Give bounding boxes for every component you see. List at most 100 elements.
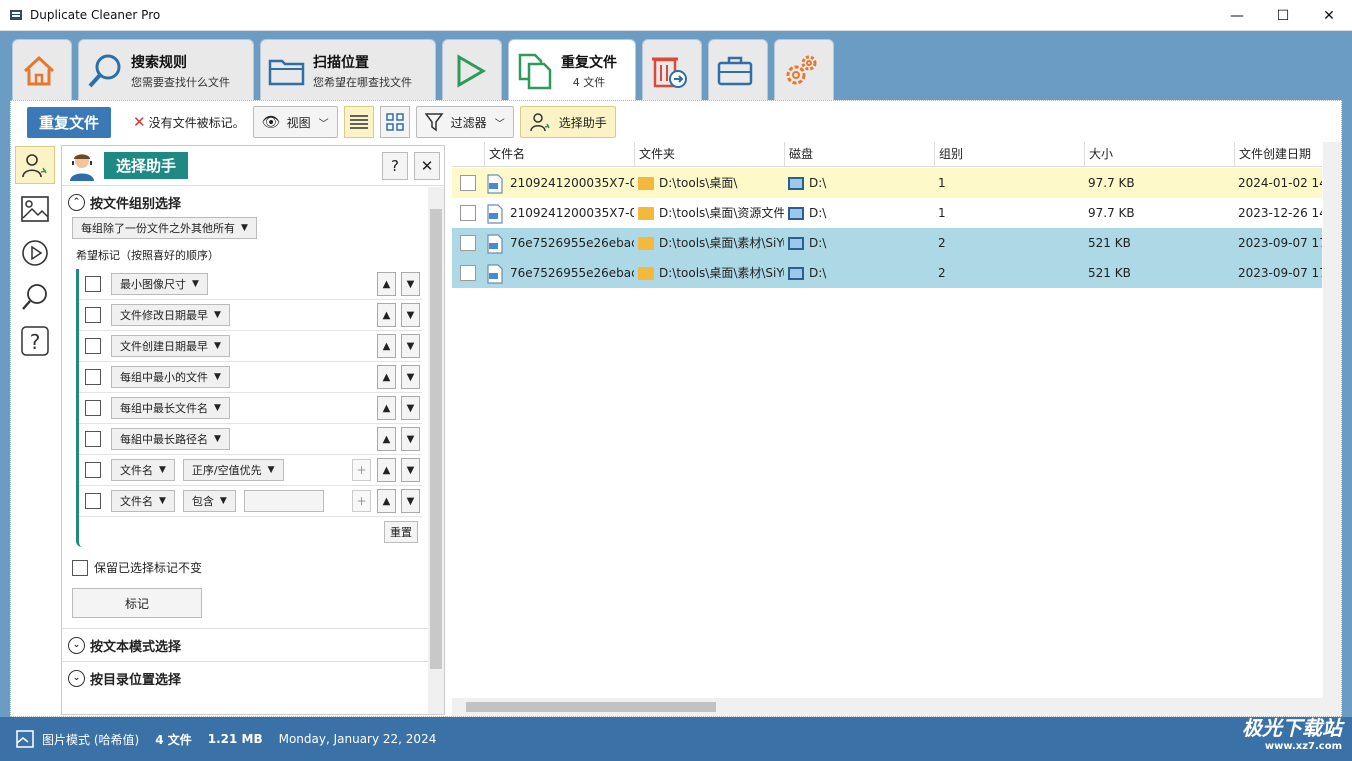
- close-panel-button[interactable]: ✕: [414, 152, 440, 180]
- dropdown-arrow-icon: ▼: [214, 403, 221, 413]
- column-header-created[interactable]: 文件创建日期: [1234, 142, 1322, 167]
- minimize-button[interactable]: —: [1214, 0, 1260, 31]
- side-help-button[interactable]: ?: [15, 322, 55, 360]
- keep-marks-option[interactable]: 保留已选择标记不变: [72, 559, 428, 576]
- move-down-button[interactable]: ▼: [401, 489, 420, 513]
- rule-dropdown[interactable]: 最小图像尺寸 ▼: [111, 273, 208, 295]
- rule-checkbox[interactable]: [85, 493, 101, 509]
- rule-checkbox[interactable]: [85, 338, 101, 354]
- rule-order-dropdown[interactable]: 正序/空值优先 ▼: [182, 459, 284, 481]
- move-down-button[interactable]: ▼: [401, 365, 420, 389]
- move-down-button[interactable]: ▼: [401, 303, 420, 327]
- rule-checkbox[interactable]: [85, 462, 101, 478]
- move-down-button[interactable]: ▼: [401, 458, 420, 482]
- row-checkbox[interactable]: [460, 265, 476, 281]
- selection-assistant-button[interactable]: 选择助手: [519, 106, 616, 138]
- table-row[interactable]: 2109241200035X7-0-l| D:\tools\桌面\资源文件' D:\…: [452, 198, 1322, 228]
- rule-dropdown[interactable]: 每组中最长文件名 ▼: [111, 397, 230, 419]
- table-row[interactable]: 2109241200035X7-0-l| D:\tools\桌面\ D:\ 1 97.7…: [452, 168, 1322, 198]
- cell-size: 97.7 KB: [1088, 176, 1135, 190]
- cell-group: 2: [938, 236, 946, 250]
- text-pattern-section-header[interactable]: ⌄ 按文本模式选择: [62, 628, 428, 661]
- reset-button[interactable]: 重置: [384, 521, 418, 543]
- tab-scan-location[interactable]: 扫描位置 您希望在哪查找文件: [260, 39, 436, 101]
- image-file-icon: [487, 173, 503, 194]
- move-up-button[interactable]: ▲: [377, 303, 396, 327]
- tab-settings[interactable]: [774, 39, 834, 101]
- rule-checkbox[interactable]: [85, 369, 101, 385]
- table-row[interactable]: 76e7526955e26ebace7 D:\tools\桌面\素材\SiYu D:…: [452, 258, 1322, 288]
- row-checkbox[interactable]: [460, 175, 476, 191]
- side-play-button[interactable]: [15, 234, 55, 272]
- tab-start-scan[interactable]: [442, 39, 502, 101]
- rule-checkbox[interactable]: [85, 276, 101, 292]
- add-rule-button[interactable]: +: [352, 490, 371, 512]
- rule-text-input[interactable]: [243, 490, 324, 512]
- side-search-button[interactable]: [15, 278, 55, 316]
- help-button[interactable]: ?: [382, 152, 408, 180]
- dir-section-header[interactable]: ⌄ 按目录位置选择: [62, 661, 428, 694]
- rule-op-dropdown[interactable]: 包含 ▼: [182, 490, 236, 512]
- column-header-folder[interactable]: 文件夹: [634, 142, 784, 167]
- status-mode: 图片模式 (哈希值): [42, 732, 140, 747]
- tab-duplicate-files[interactable]: 重复文件 4 文件: [508, 39, 636, 102]
- table-row[interactable]: 76e7526955e26ebace7 D:\tools\桌面\素材\SiYu D:…: [452, 228, 1322, 258]
- side-image-button[interactable]: [15, 190, 55, 228]
- rule-dropdown[interactable]: 文件修改日期最早 ▼: [111, 304, 230, 326]
- mark-button[interactable]: 标记: [72, 588, 202, 618]
- group-option-dropdown[interactable]: 每组除了一份文件之外其他所有 ▼: [72, 217, 257, 239]
- move-up-button[interactable]: ▲: [377, 334, 396, 358]
- cell-name: 2109241200035X7-0-l|: [486, 198, 634, 228]
- rule-checkbox[interactable]: [85, 307, 101, 323]
- rule-field-dropdown[interactable]: 文件名 ▼: [111, 459, 175, 481]
- move-down-button[interactable]: ▼: [401, 272, 420, 296]
- tab-delete[interactable]: [642, 39, 702, 101]
- horizontal-scrollbar[interactable]: [452, 698, 1323, 716]
- move-down-button[interactable]: ▼: [401, 427, 420, 451]
- rule-dropdown[interactable]: 每组中最小的文件 ▼: [111, 366, 230, 388]
- maximize-button[interactable]: ☐: [1260, 0, 1306, 31]
- keep-marks-checkbox[interactable]: [72, 559, 88, 576]
- move-down-button[interactable]: ▼: [401, 396, 420, 420]
- rule-field-dropdown[interactable]: 文件名 ▼: [111, 490, 175, 512]
- tab-home[interactable]: [12, 39, 72, 101]
- watermark-text: 极光下载站: [1242, 716, 1342, 740]
- view-dropdown[interactable]: 👁 视图 ﹀: [252, 106, 338, 138]
- row-checkbox[interactable]: [460, 205, 476, 221]
- assistant-scrollbar[interactable]: [428, 187, 444, 714]
- move-up-button[interactable]: ▲: [377, 396, 396, 420]
- rule-checkbox[interactable]: [85, 400, 101, 416]
- column-header-name[interactable]: 文件名: [484, 142, 634, 167]
- dropdown-arrow-icon: ▼: [214, 341, 221, 351]
- side-assistant-button[interactable]: [15, 146, 55, 184]
- close-button[interactable]: ✕: [1306, 0, 1352, 31]
- column-header-group[interactable]: 组别: [934, 142, 1084, 167]
- add-rule-button[interactable]: +: [352, 459, 371, 481]
- row-checkbox[interactable]: [460, 235, 476, 251]
- scrollbar-thumb[interactable]: [430, 209, 442, 669]
- scrollbar-thumb[interactable]: [466, 702, 716, 712]
- rule-dropdown[interactable]: 文件创建日期最早 ▼: [111, 335, 230, 357]
- rule-checkbox[interactable]: [85, 431, 101, 447]
- column-header-disk[interactable]: 磁盘: [784, 142, 934, 167]
- group-section-header[interactable]: ⌃ 按文件组别选择: [62, 187, 428, 217]
- move-up-button[interactable]: ▲: [377, 489, 396, 513]
- move-up-button[interactable]: ▲: [377, 427, 396, 451]
- filter-dropdown[interactable]: 过滤器 ﹀: [415, 106, 514, 138]
- tab-tools[interactable]: [708, 39, 768, 101]
- rule-row: 每组中最小的文件 ▼ ▲ ▼: [79, 362, 422, 393]
- rule-dropdown[interactable]: 每組中最长路径名 ▼: [111, 428, 230, 450]
- column-header-size[interactable]: 大小: [1084, 142, 1234, 167]
- assistant-icon: [22, 154, 47, 178]
- move-up-button[interactable]: ▲: [377, 272, 396, 296]
- move-up-button[interactable]: ▲: [377, 458, 396, 482]
- vertical-scrollbar[interactable]: [1323, 142, 1341, 716]
- grid-view-button[interactable]: [379, 106, 410, 138]
- svg-text:?: ?: [30, 330, 41, 354]
- tab-search-rules[interactable]: 搜索规则 您需要查找什么文件: [78, 39, 254, 101]
- move-up-button[interactable]: ▲: [377, 365, 396, 389]
- move-down-button[interactable]: ▼: [401, 334, 420, 358]
- chevron-down-icon: ﹀: [494, 118, 505, 130]
- list-view-button[interactable]: [343, 106, 374, 138]
- disk-label: D:\: [809, 176, 827, 190]
